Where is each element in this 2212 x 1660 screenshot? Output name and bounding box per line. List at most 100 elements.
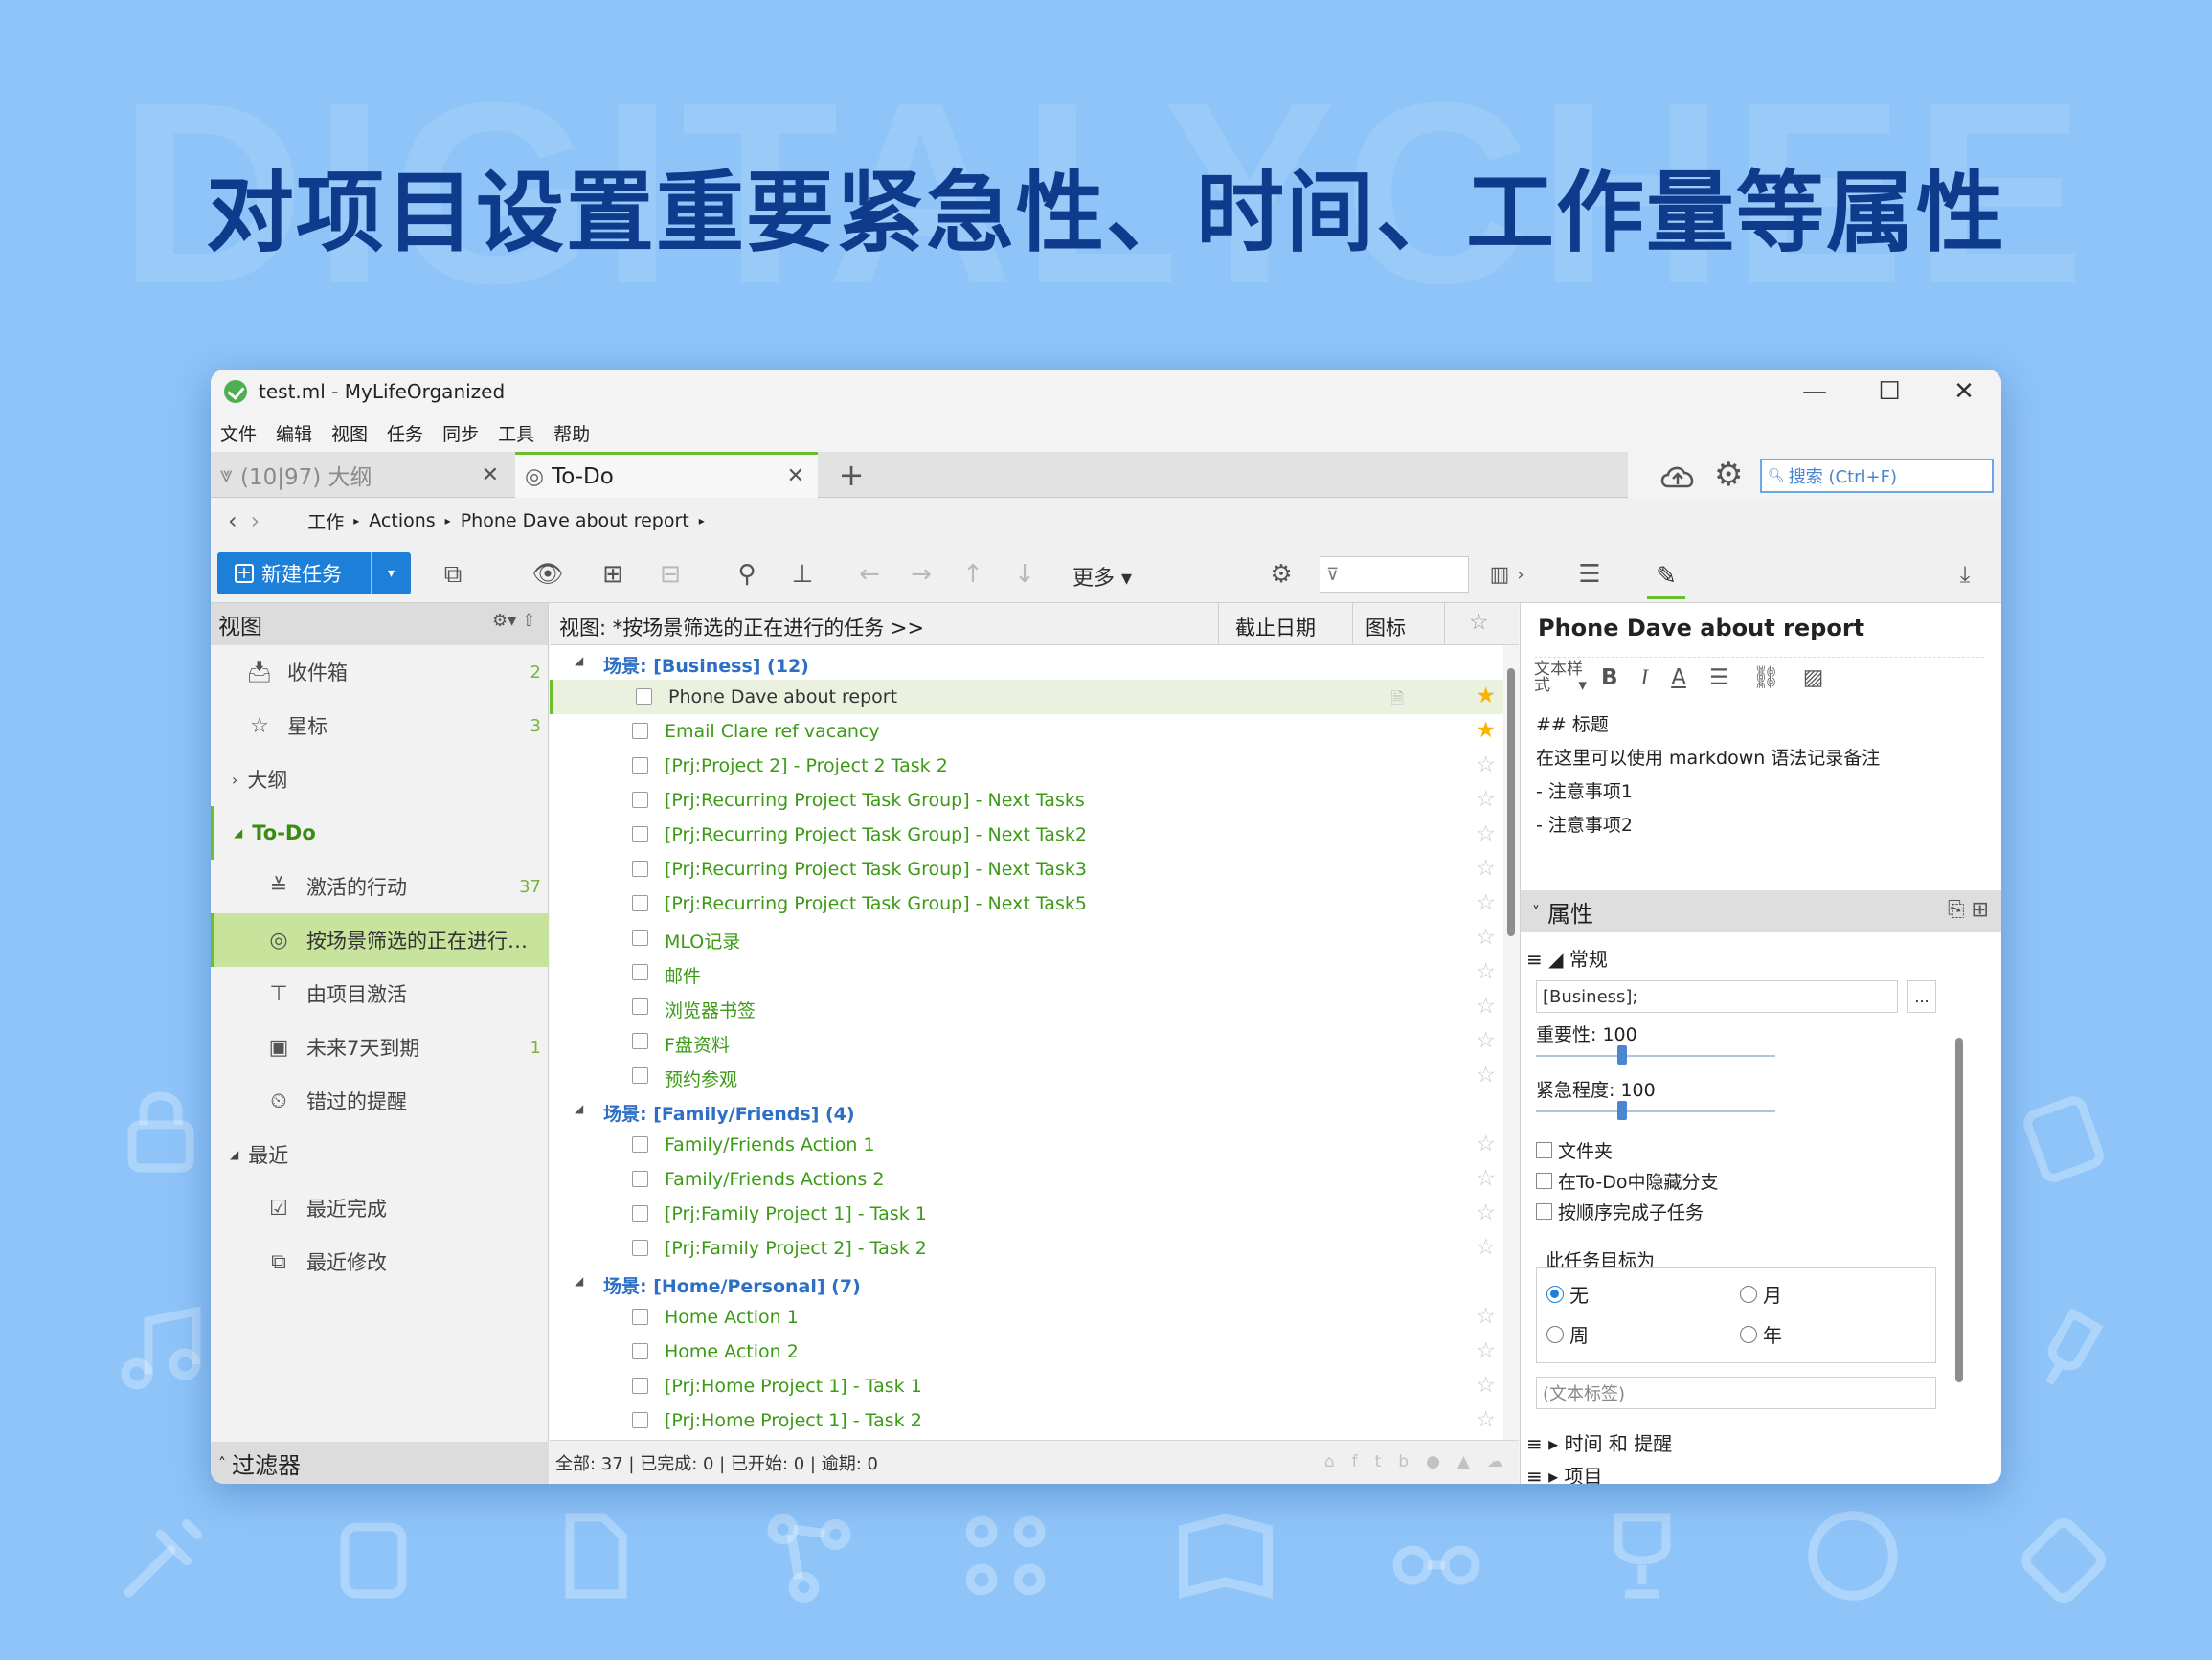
properties-actions-icon[interactable]: ⎘ ⊞ <box>1948 898 1989 922</box>
sidebar-item-due-7-days[interactable]: ▣ 未来7天到期 1 <box>211 1021 549 1074</box>
star-outline-icon[interactable]: ☆ <box>1476 1373 1496 1398</box>
importance-slider[interactable] <box>1536 1042 1775 1070</box>
properties-scrollbar[interactable] <box>1955 1038 1963 1382</box>
menu-task[interactable]: 任务 <box>387 420 423 446</box>
sidebar-item-outline[interactable]: › 大纲 <box>211 752 549 806</box>
context-group-row[interactable]: ◢ 场景: [Family/Friends] (4) <box>550 1093 1519 1128</box>
task-complete-checkbox[interactable] <box>632 895 648 911</box>
menu-sync[interactable]: 同步 <box>442 420 479 446</box>
twitter-icon[interactable]: t <box>1375 1452 1382 1471</box>
star-filled-icon[interactable]: ★ <box>1476 718 1496 743</box>
sequential-checkbox[interactable]: 按顺序完成子任务 <box>1536 1199 1704 1224</box>
views-settings-icon[interactable]: ⚙▾ ⇧ <box>492 611 536 631</box>
pin-icon[interactable]: ⚲ <box>728 555 766 594</box>
star-outline-icon[interactable]: ☆ <box>1476 1028 1496 1053</box>
star-filled-icon[interactable]: ★ <box>1476 684 1496 708</box>
more-menu-button[interactable]: 更多 ▾ <box>1072 561 1132 592</box>
text-style-dropdown[interactable]: 文本样式 ▾ <box>1534 661 1588 694</box>
breadcrumb-item-actions[interactable]: Actions <box>369 510 435 531</box>
star-outline-icon[interactable]: ☆ <box>1476 856 1496 881</box>
star-outline-icon[interactable]: ☆ <box>1476 1200 1496 1225</box>
task-row[interactable]: [Prj:Recurring Project Task Group] - Nex… <box>550 852 1519 886</box>
blog-icon[interactable]: b <box>1398 1452 1409 1471</box>
task-row[interactable]: [Prj:Home Project 1] - Task 1 ☆ <box>550 1369 1519 1403</box>
general-section-toggle[interactable]: ≡ ◢ 常规 <box>1526 944 1608 972</box>
hide-branch-checkbox[interactable]: 在To-Do中隐藏分支 <box>1536 1168 1718 1194</box>
project-section-toggle[interactable]: ≡ ▸ 项目 <box>1526 1461 1603 1484</box>
eye-icon[interactable]: 👁︎ <box>529 555 567 594</box>
home-icon[interactable]: ⌂ <box>1324 1452 1335 1471</box>
duplicate-icon[interactable]: ⧉ <box>434 555 472 594</box>
close-button[interactable]: ✕ <box>1927 370 2001 414</box>
bold-icon[interactable]: B <box>1601 665 1618 690</box>
sidebar-item-recently-completed[interactable]: ☑ 最近完成 <box>211 1181 549 1235</box>
sidebar-item-todo[interactable]: ◢ To-Do <box>211 806 549 860</box>
sidebar-item-missed-reminders[interactable]: ⏲︎ 错过的提醒 <box>211 1074 549 1128</box>
task-complete-checkbox[interactable] <box>632 1067 648 1084</box>
task-complete-checkbox[interactable] <box>632 1136 648 1153</box>
tab-todo[interactable]: ◎ To-Do ✕ <box>515 452 818 498</box>
task-row[interactable]: [Prj:Family Project 2] - Task 2 ☆ <box>550 1231 1519 1266</box>
urgency-slider[interactable] <box>1536 1097 1775 1126</box>
minimize-button[interactable]: — <box>1777 370 1852 414</box>
task-complete-checkbox[interactable] <box>632 792 648 808</box>
collapse-chevron-icon[interactable]: ◢ <box>575 1102 583 1115</box>
task-row[interactable]: [Prj:Recurring Project Task Group] - Nex… <box>550 783 1519 818</box>
add-tab-button[interactable]: + <box>828 452 874 498</box>
settings-gear-icon[interactable]: ⚙ <box>1714 456 1743 494</box>
menu-help[interactable]: 帮助 <box>553 420 590 446</box>
arrow-up-icon[interactable]: ↑ <box>954 555 992 594</box>
column-icon[interactable]: 图标 <box>1366 613 1406 641</box>
android-icon[interactable]: ▲ <box>1457 1452 1470 1471</box>
star-outline-icon[interactable]: ☆ <box>1476 1063 1496 1088</box>
task-complete-checkbox[interactable] <box>632 1240 648 1256</box>
task-complete-checkbox[interactable] <box>632 757 648 774</box>
star-outline-icon[interactable]: ☆ <box>1476 1338 1496 1363</box>
star-outline-icon[interactable]: ☆ <box>1476 1132 1496 1156</box>
time-reminder-section-toggle[interactable]: ≡ ▸ 时间 和 提醒 <box>1526 1428 1672 1456</box>
context-group-row[interactable]: ◢ 场景: [Business] (12) <box>550 645 1519 680</box>
italic-icon[interactable]: I <box>1641 665 1649 690</box>
tab-outline[interactable]: ⩔ (10|97) 大纲 ✕ <box>211 452 512 498</box>
folder-checkbox[interactable]: 文件夹 <box>1536 1137 1613 1163</box>
context-group-row[interactable]: ◢ 场景: [Home/Personal] (7) <box>550 1266 1519 1300</box>
star-outline-icon[interactable]: ☆ <box>1476 1407 1496 1432</box>
apple-icon[interactable]: ● <box>1426 1452 1440 1471</box>
grid-scrollbar[interactable] <box>1503 645 1519 1440</box>
bullet-list-icon[interactable]: ☰ <box>1709 665 1729 690</box>
facebook-icon[interactable]: f <box>1352 1452 1358 1471</box>
tab-todo-close-icon[interactable]: ✕ <box>787 464 804 488</box>
star-outline-icon[interactable]: ☆ <box>1476 1166 1496 1191</box>
text-color-icon[interactable]: A <box>1671 665 1686 690</box>
note-body[interactable]: ## 标题 在这里可以使用 markdown 语法记录备注 - 注意事项1 - … <box>1536 708 1880 842</box>
goal-month-radio[interactable]: 月 <box>1740 1280 1782 1308</box>
task-complete-checkbox[interactable] <box>632 1033 648 1049</box>
star-outline-icon[interactable]: ☆ <box>1476 752 1496 777</box>
task-row[interactable]: [Prj:Home Project 1] - Task 2 ☆ <box>550 1403 1519 1438</box>
view-selector[interactable]: 视图: *按场景筛选的正在进行的任务 >> <box>559 613 924 641</box>
task-row[interactable]: Email Clare ref vacancy ★ <box>550 714 1519 749</box>
menu-edit[interactable]: 编辑 <box>276 420 312 446</box>
breadcrumb-item-work[interactable]: 工作 <box>307 508 344 534</box>
forward-chevron-icon[interactable]: › <box>251 507 260 534</box>
star-outline-icon[interactable]: ☆ <box>1476 890 1496 915</box>
sidebar-item-by-context[interactable]: ◎ 按场景筛选的正在进行… <box>211 913 549 967</box>
sidebar-item-starred[interactable]: ☆ 星标 3 <box>211 699 549 752</box>
tab-outline-close-icon[interactable]: ✕ <box>482 463 499 487</box>
task-row[interactable]: Phone Dave about report 🗎︎ ★ <box>550 680 1519 714</box>
back-chevron-icon[interactable]: ‹ <box>228 507 237 534</box>
cloud-sync-icon[interactable] <box>1659 461 1697 490</box>
star-outline-icon[interactable]: ☆ <box>1476 959 1496 984</box>
task-row[interactable]: Family/Friends Actions 2 ☆ <box>550 1162 1519 1197</box>
star-outline-icon[interactable]: ☆ <box>1476 994 1496 1019</box>
task-row[interactable]: 浏览器书签 ☆ <box>550 990 1519 1024</box>
task-complete-checkbox[interactable] <box>632 826 648 842</box>
task-complete-checkbox[interactable] <box>632 1378 648 1394</box>
task-row[interactable]: Family/Friends Action 1 ☆ <box>550 1128 1519 1162</box>
task-complete-checkbox[interactable] <box>632 1412 648 1428</box>
search-input[interactable]: 🔍︎ 搜索 (Ctrl+F) <box>1760 459 1994 493</box>
star-outline-icon[interactable]: ☆ <box>1476 821 1496 846</box>
task-complete-checkbox[interactable] <box>632 964 648 980</box>
task-row[interactable]: F盘资料 ☆ <box>550 1024 1519 1059</box>
image-icon[interactable]: ▨ <box>1803 665 1824 690</box>
